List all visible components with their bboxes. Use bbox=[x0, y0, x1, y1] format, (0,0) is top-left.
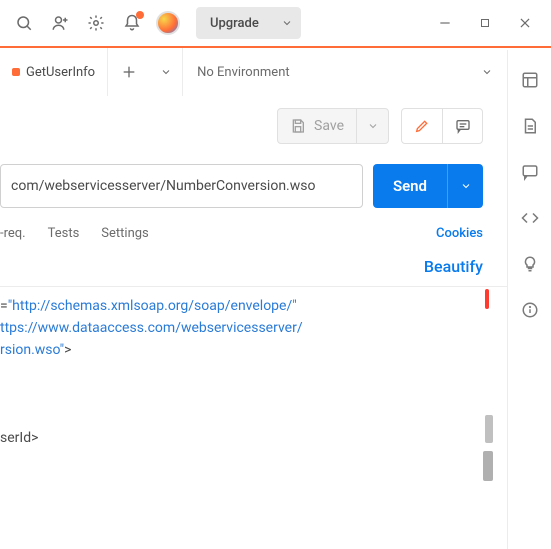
send-button[interactable]: Send bbox=[373, 164, 447, 208]
subtab-tests[interactable]: Tests bbox=[48, 226, 80, 241]
request-toolbar: Save bbox=[0, 96, 507, 156]
tab-getuserinfo[interactable]: GetUserInfo bbox=[0, 48, 108, 96]
url-input-wrap bbox=[0, 164, 363, 208]
save-button[interactable]: Save bbox=[278, 109, 356, 143]
bell-icon[interactable] bbox=[116, 7, 148, 39]
code-line: serId> bbox=[0, 427, 507, 449]
tabs-row: GetUserInfo No Environment bbox=[0, 48, 507, 96]
gear-icon[interactable] bbox=[80, 7, 112, 39]
edit-icon[interactable] bbox=[402, 109, 442, 143]
beautify-link[interactable]: Beautify bbox=[424, 257, 483, 276]
scrollbar-thumb[interactable] bbox=[485, 415, 493, 443]
invite-icon[interactable] bbox=[44, 7, 76, 39]
code-line: ttps://www.dataaccess.com/webservicesser… bbox=[0, 317, 507, 339]
info-icon[interactable] bbox=[518, 298, 542, 322]
send-dropdown[interactable] bbox=[447, 164, 483, 208]
save-label: Save bbox=[314, 118, 344, 134]
right-rail bbox=[507, 50, 551, 549]
main-area: GetUserInfo No Environment Save bbox=[0, 48, 507, 486]
environment-label: No Environment bbox=[197, 65, 290, 80]
request-subtabs: -req. Tests Settings Cookies bbox=[0, 216, 507, 251]
code-line: rsion.wso"> bbox=[0, 339, 507, 361]
upgrade-button[interactable]: Upgrade bbox=[196, 7, 273, 39]
code-line bbox=[0, 405, 507, 427]
new-tab-button[interactable] bbox=[108, 48, 150, 96]
save-group: Save bbox=[277, 108, 389, 144]
search-icon[interactable] bbox=[8, 7, 40, 39]
body-editor[interactable]: ="http://schemas.xmlsoap.org/soap/envelo… bbox=[0, 286, 507, 486]
upgrade-group: Upgrade bbox=[196, 7, 301, 39]
beautify-row: Beautify bbox=[0, 251, 507, 286]
maximize-button[interactable] bbox=[467, 7, 503, 39]
error-marker bbox=[485, 289, 489, 309]
url-input[interactable] bbox=[1, 178, 362, 194]
tab-options-dropdown[interactable] bbox=[150, 48, 182, 96]
modified-dot-icon bbox=[12, 68, 20, 76]
tab-label: GetUserInfo bbox=[26, 65, 95, 80]
avatar-icon[interactable] bbox=[152, 7, 184, 39]
env-quicklook-icon[interactable] bbox=[518, 68, 542, 92]
window-controls bbox=[427, 7, 543, 39]
send-group: Send bbox=[373, 164, 483, 208]
lightbulb-icon[interactable] bbox=[518, 252, 542, 276]
chevron-down-icon bbox=[481, 66, 493, 78]
code-line bbox=[0, 383, 507, 405]
environment-selector[interactable]: No Environment bbox=[183, 48, 507, 96]
new-tab-group bbox=[108, 48, 183, 96]
code-icon[interactable] bbox=[518, 206, 542, 230]
code-line: ="http://schemas.xmlsoap.org/soap/envelo… bbox=[0, 295, 507, 317]
url-row: Send bbox=[0, 156, 507, 216]
comment-icon[interactable] bbox=[442, 109, 482, 143]
save-dropdown[interactable] bbox=[356, 109, 388, 143]
comments-icon[interactable] bbox=[518, 160, 542, 184]
cookies-link[interactable]: Cookies bbox=[436, 226, 483, 241]
view-toggle-group bbox=[401, 108, 483, 144]
minimize-button[interactable] bbox=[427, 7, 463, 39]
code-line bbox=[0, 361, 507, 383]
subtab-settings[interactable]: Settings bbox=[101, 226, 148, 241]
topbar-icons: Upgrade bbox=[8, 7, 301, 39]
scrollbar-thumb[interactable] bbox=[483, 451, 493, 481]
close-button[interactable] bbox=[507, 7, 543, 39]
notification-dot bbox=[136, 11, 144, 19]
documentation-icon[interactable] bbox=[518, 114, 542, 138]
upgrade-dropdown[interactable] bbox=[273, 7, 301, 39]
subtab-prereq[interactable]: -req. bbox=[0, 226, 26, 241]
title-bar: Upgrade bbox=[0, 0, 551, 48]
